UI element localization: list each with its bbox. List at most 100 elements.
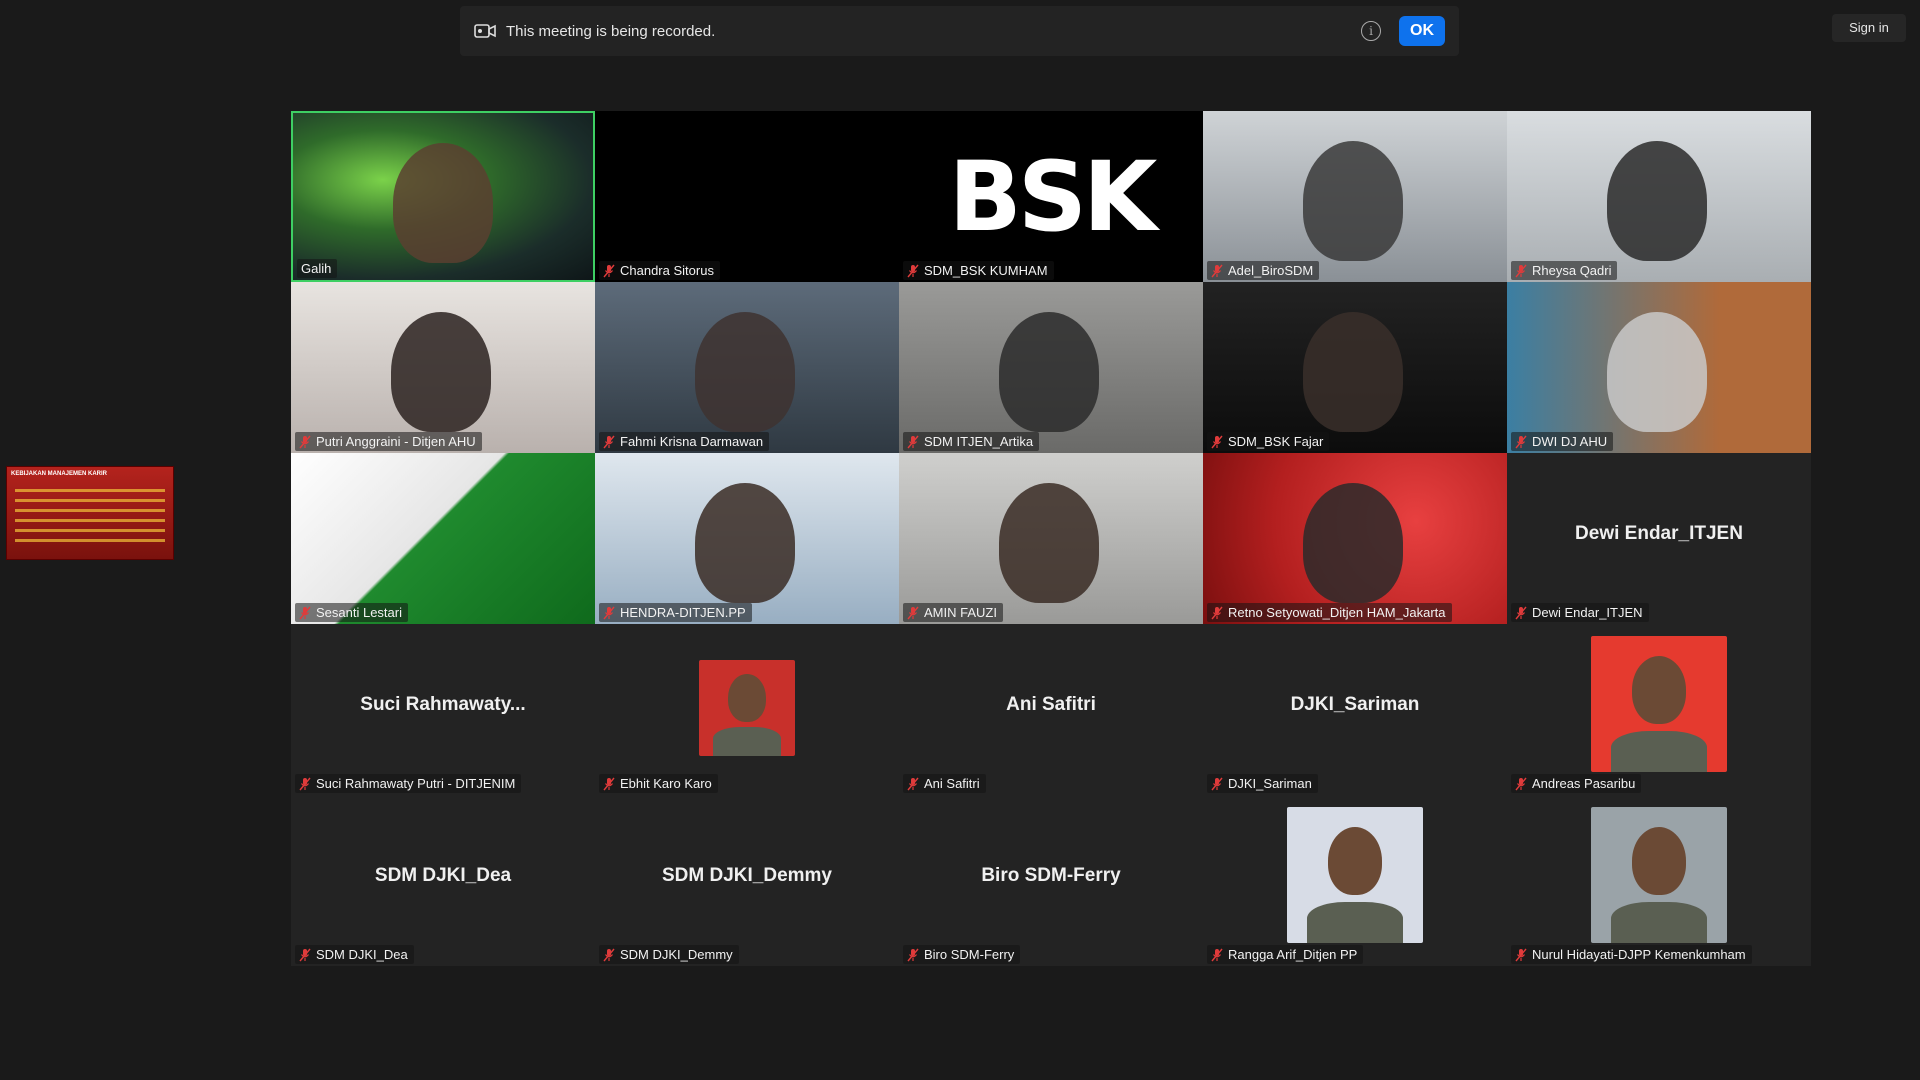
avatar: [699, 660, 795, 756]
ok-button[interactable]: OK: [1399, 16, 1445, 46]
participant-name: Chandra Sitorus: [620, 263, 714, 278]
participant-nameplate: SDM_BSK Fajar: [1207, 432, 1330, 451]
muted-mic-icon: [299, 948, 311, 961]
muted-mic-icon: [1211, 435, 1223, 448]
participant-tile[interactable]: Andreas Pasaribu: [1507, 624, 1811, 795]
participant-tile[interactable]: Nurul Hidayati-DJPP Kemenkumham: [1507, 795, 1811, 966]
participant-tile[interactable]: HENDRA-DITJEN.PP: [595, 453, 899, 624]
participant-nameplate: SDM DJKI_Demmy: [599, 945, 739, 964]
muted-mic-icon: [907, 777, 919, 790]
participant-nameplate: Adel_BiroSDM: [1207, 261, 1320, 280]
participant-name: SDM ITJEN_Artika: [924, 434, 1034, 449]
participant-nameplate: Galih: [297, 259, 338, 278]
participant-tile[interactable]: DJKI_Sariman DJKI_Sariman: [1203, 624, 1507, 795]
muted-mic-icon: [603, 435, 615, 448]
avatar-body: [1611, 902, 1707, 943]
sign-in-button[interactable]: Sign in: [1832, 14, 1906, 42]
participant-tile[interactable]: Retno Setyowati_Ditjen HAM_Jakarta: [1203, 453, 1507, 624]
participant-silhouette: [1303, 312, 1403, 432]
participant-tile[interactable]: Rheysa Qadri: [1507, 111, 1811, 282]
participant-tile[interactable]: Ebhit Karo Karo: [595, 624, 899, 795]
muted-mic-icon: [1515, 606, 1527, 619]
participant-tile[interactable]: Rangga Arif_Ditjen PP: [1203, 795, 1507, 966]
participant-name: Andreas Pasaribu: [1532, 776, 1636, 791]
participant-nameplate: Nurul Hidayati-DJPP Kemenkumham: [1511, 945, 1752, 964]
avatar-body: [1611, 731, 1707, 772]
participant-gallery: Galih Chandra Sitorus BSK SDM_BSK KUMHAM Ade…: [291, 111, 1811, 966]
muted-mic-icon: [299, 435, 311, 448]
avatar-body: [713, 727, 781, 756]
info-icon[interactable]: i: [1361, 21, 1381, 41]
participant-display-name: Suci Rahmawaty...: [360, 694, 526, 715]
participant-name: Rangga Arif_Ditjen PP: [1228, 947, 1358, 962]
recording-message: This meeting is being recorded.: [506, 22, 716, 40]
participant-tile[interactable]: AMIN FAUZI: [899, 453, 1203, 624]
muted-mic-icon: [907, 435, 919, 448]
participant-tile[interactable]: BSK SDM_BSK KUMHAM: [899, 111, 1203, 282]
participant-name: DJKI_Sariman: [1228, 776, 1312, 791]
participant-name: SDM_BSK Fajar: [1228, 434, 1324, 449]
participant-name: Ebhit Karo Karo: [620, 776, 712, 791]
participant-display-name: SDM DJKI_Demmy: [662, 865, 832, 886]
participant-tile[interactable]: Suci Rahmawaty... Suci Rahmawaty Putri - …: [291, 624, 595, 795]
video-feed: [595, 111, 899, 282]
participant-name: SDM_BSK KUMHAM: [924, 263, 1048, 278]
muted-mic-icon: [603, 777, 615, 790]
muted-mic-icon: [1515, 777, 1527, 790]
participant-silhouette: [1607, 141, 1707, 261]
muted-mic-icon: [907, 264, 919, 277]
bsk-logo: BSK: [948, 141, 1158, 253]
muted-mic-icon: [907, 606, 919, 619]
muted-mic-icon: [603, 264, 615, 277]
participant-nameplate: HENDRA-DITJEN.PP: [599, 603, 752, 622]
participant-nameplate: Ebhit Karo Karo: [599, 774, 718, 793]
shared-screen-thumbnail[interactable]: KEBIJAKAN MANAJEMEN KARIR: [6, 466, 174, 560]
participant-nameplate: Dewi Endar_ITJEN: [1511, 603, 1649, 622]
participant-silhouette: [999, 312, 1099, 432]
muted-mic-icon: [603, 606, 615, 619]
avatar-face: [1631, 656, 1687, 725]
participant-nameplate: SDM DJKI_Dea: [295, 945, 414, 964]
muted-mic-icon: [1211, 264, 1223, 277]
participant-silhouette: [1303, 141, 1403, 261]
participant-silhouette: [695, 483, 795, 603]
participant-name: Dewi Endar_ITJEN: [1532, 605, 1643, 620]
participant-nameplate: Chandra Sitorus: [599, 261, 720, 280]
participant-tile[interactable]: DWI DJ AHU: [1507, 282, 1811, 453]
participant-name: Rheysa Qadri: [1532, 263, 1612, 278]
participant-tile[interactable]: Biro SDM-Ferry Biro SDM-Ferry: [899, 795, 1203, 966]
participant-nameplate: SDM ITJEN_Artika: [903, 432, 1040, 451]
participant-display-name: Biro SDM-Ferry: [981, 865, 1121, 886]
participant-name: SDM DJKI_Dea: [316, 947, 408, 962]
participant-silhouette: [1303, 483, 1403, 603]
avatar-body: [1307, 902, 1403, 943]
participant-display-name: SDM DJKI_Dea: [374, 865, 512, 886]
participant-nameplate: SDM_BSK KUMHAM: [903, 261, 1054, 280]
participant-tile[interactable]: SDM_BSK Fajar: [1203, 282, 1507, 453]
participant-silhouette: [1607, 312, 1707, 432]
participant-name: Ani Safitri: [924, 776, 980, 791]
participant-tile[interactable]: Putri Anggraini - Ditjen AHU: [291, 282, 595, 453]
muted-mic-icon: [1515, 264, 1527, 277]
participant-tile[interactable]: Ani Safitri Ani Safitri: [899, 624, 1203, 795]
participant-tile[interactable]: Fahmi Krisna Darmawan: [595, 282, 899, 453]
participant-tile[interactable]: SDM ITJEN_Artika: [899, 282, 1203, 453]
participant-tile[interactable]: Galih: [291, 111, 595, 282]
participant-nameplate: Suci Rahmawaty Putri - DITJENIM: [295, 774, 522, 793]
participant-tile[interactable]: Dewi Endar_ITJEN Dewi Endar_ITJEN: [1507, 453, 1811, 624]
participant-tile[interactable]: Adel_BiroSDM: [1203, 111, 1507, 282]
participant-display-name: DJKI_Sariman: [1290, 694, 1420, 715]
participant-name: Nurul Hidayati-DJPP Kemenkumham: [1532, 947, 1746, 962]
muted-mic-icon: [907, 948, 919, 961]
participant-tile[interactable]: Chandra Sitorus: [595, 111, 899, 282]
participant-name: SDM DJKI_Demmy: [620, 947, 733, 962]
participant-nameplate: AMIN FAUZI: [903, 603, 1003, 622]
participant-tile[interactable]: Sesanti Lestari: [291, 453, 595, 624]
avatar-face: [1631, 827, 1687, 896]
participant-display-name: Dewi Endar_ITJEN: [1575, 523, 1743, 544]
participant-name: Galih: [301, 261, 332, 276]
muted-mic-icon: [1211, 606, 1223, 619]
participant-tile[interactable]: SDM DJKI_Dea SDM DJKI_Dea: [291, 795, 595, 966]
participant-nameplate: Ani Safitri: [903, 774, 986, 793]
participant-tile[interactable]: SDM DJKI_Demmy SDM DJKI_Demmy: [595, 795, 899, 966]
